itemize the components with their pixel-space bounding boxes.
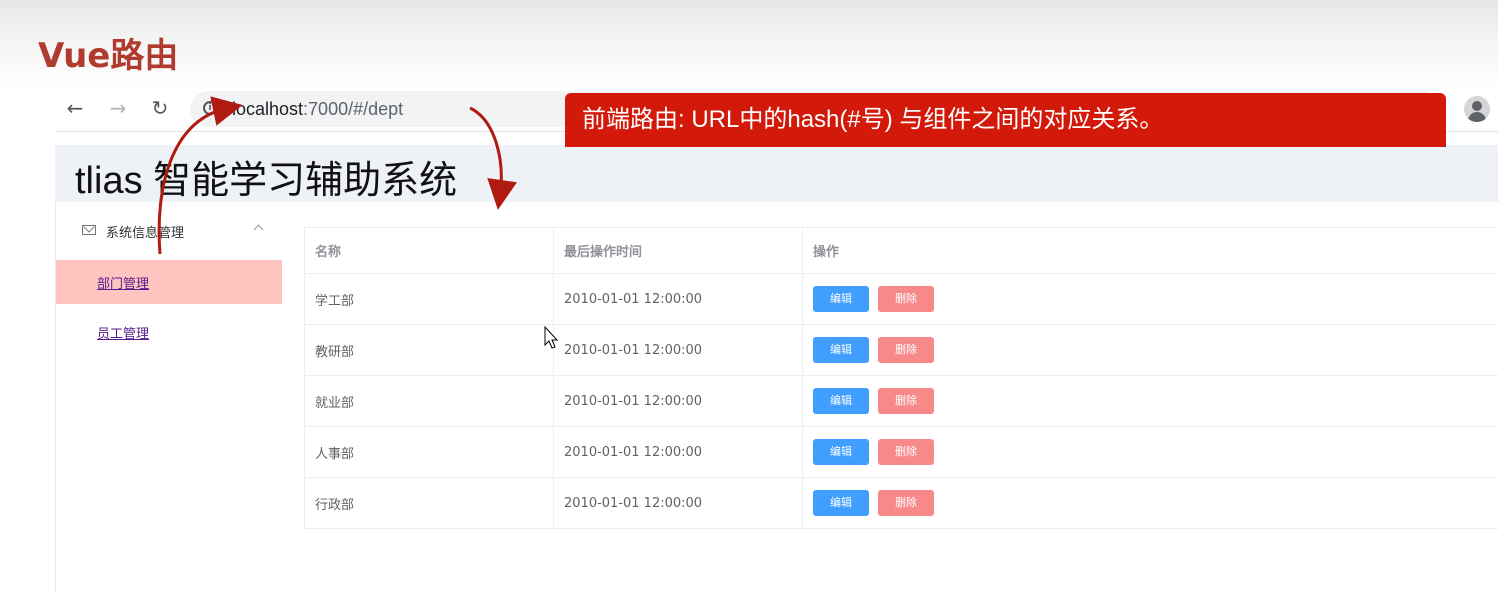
chevron-up-icon (253, 224, 264, 235)
edit-button[interactable]: 编辑 (813, 286, 869, 312)
cell-name: 学工部 (305, 274, 554, 324)
delete-button[interactable]: 删除 (878, 286, 934, 312)
cell-actions: 编辑 删除 (803, 427, 1498, 477)
sidebar-item-dept[interactable]: 部门管理 (56, 260, 282, 304)
edit-button[interactable]: 编辑 (813, 439, 869, 465)
back-button[interactable]: ← (62, 95, 88, 121)
submenu-label: 系统信息管理 (106, 226, 185, 241)
arrow-right-icon: → (109, 96, 127, 120)
sidebar: 系统信息管理 部门管理 员工管理 (55, 202, 285, 592)
edit-button[interactable]: 编辑 (813, 337, 869, 363)
cell-actions: 编辑 删除 (803, 478, 1498, 528)
mail-icon (82, 225, 96, 235)
edit-button[interactable]: 编辑 (813, 388, 869, 414)
profile-button[interactable] (1464, 96, 1490, 122)
app-header: tlias 智能学习辅助系统 (55, 145, 1498, 202)
reload-button[interactable]: ↻ (147, 95, 173, 121)
edit-button[interactable]: 编辑 (813, 490, 869, 516)
reload-icon: ↻ (151, 96, 169, 120)
cell-name: 人事部 (305, 427, 554, 477)
sidebar-link-emp[interactable]: 员工管理 (97, 323, 149, 342)
app-title: tlias 智能学习辅助系统 (75, 160, 458, 202)
table-row: 学工部 2010-01-01 12:00:00 编辑 删除 (305, 274, 1498, 325)
table-row: 就业部 2010-01-01 12:00:00 编辑 删除 (305, 376, 1498, 427)
delete-button[interactable]: 删除 (878, 337, 934, 363)
cell-time: 2010-01-01 12:00:00 (554, 274, 803, 324)
table-row: 教研部 2010-01-01 12:00:00 编辑 删除 (305, 325, 1498, 376)
header-time: 最后操作时间 (554, 228, 803, 273)
annotation-callout: 前端路由: URL中的hash(#号) 与组件之间的对应关系。 (565, 93, 1446, 147)
cell-actions: 编辑 删除 (803, 274, 1498, 324)
sidebar-link-dept[interactable]: 部门管理 (97, 273, 149, 292)
header-actions: 操作 (813, 245, 840, 260)
delete-button[interactable]: 删除 (878, 490, 934, 516)
cell-time: 2010-01-01 12:00:00 (554, 427, 803, 477)
cell-time: 2010-01-01 12:00:00 (554, 325, 803, 375)
sidebar-item-emp[interactable]: 员工管理 (56, 310, 282, 354)
cell-actions: 编辑 删除 (803, 376, 1498, 426)
cell-time: 2010-01-01 12:00:00 (554, 478, 803, 528)
cell-name: 教研部 (305, 325, 554, 375)
table-header: 名称 最后操作时间 操作 (305, 228, 1498, 274)
arrow-left-icon: ← (66, 96, 84, 120)
forward-button[interactable]: → (105, 95, 131, 121)
header-name: 名称 (305, 228, 554, 273)
cell-name: 就业部 (305, 376, 554, 426)
delete-button[interactable]: 删除 (878, 439, 934, 465)
person-icon (1472, 101, 1482, 111)
url-path: :7000/#/dept (303, 99, 404, 119)
dept-table: 名称 最后操作时间 操作 学工部 2010-01-01 12:00:00 编辑 … (304, 227, 1498, 529)
table-row: 行政部 2010-01-01 12:00:00 编辑 删除 (305, 478, 1498, 529)
cell-actions: 编辑 删除 (803, 325, 1498, 375)
delete-button[interactable]: 删除 (878, 388, 934, 414)
url-text: localhost:7000/#/dept (232, 99, 403, 120)
info-icon[interactable]: i (203, 101, 217, 115)
table-row: 人事部 2010-01-01 12:00:00 编辑 删除 (305, 427, 1498, 478)
url-host: localhost (232, 99, 304, 119)
main-content: 名称 最后操作时间 操作 学工部 2010-01-01 12:00:00 编辑 … (284, 202, 1498, 592)
slide-title: Vue路由 (38, 36, 179, 76)
submenu-system-info[interactable]: 系统信息管理 (56, 210, 284, 250)
cell-name: 行政部 (305, 478, 554, 528)
cell-time: 2010-01-01 12:00:00 (554, 376, 803, 426)
